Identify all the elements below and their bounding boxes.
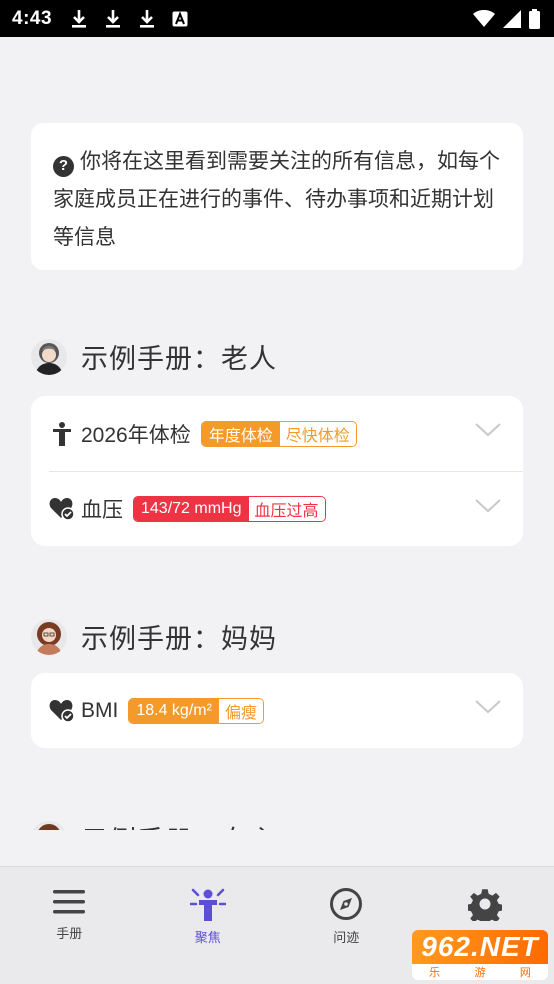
badge-sub: 偏瘦 bbox=[218, 698, 263, 723]
watermark-sub: 乐 游 网 bbox=[412, 964, 548, 980]
status-badge: 18.4 kg/m² 偏瘦 bbox=[128, 697, 264, 724]
download-icon bbox=[106, 9, 121, 28]
section-header-elder: 示例手册：老人 bbox=[31, 337, 277, 376]
section-title: 示例手册：女主 bbox=[81, 819, 277, 830]
status-notification-icons bbox=[70, 9, 188, 29]
item-label: 血压 bbox=[81, 499, 123, 522]
status-time: 4:43 bbox=[12, 7, 53, 29]
chevron-down-icon[interactable] bbox=[475, 422, 501, 438]
person-focus-icon bbox=[189, 888, 226, 921]
download-icon bbox=[72, 9, 87, 28]
badge-sub: 血压过高 bbox=[248, 497, 325, 521]
question-icon: ? bbox=[53, 155, 74, 177]
download-icon bbox=[140, 9, 155, 28]
watermark-char: 乐 bbox=[429, 967, 441, 979]
item-label: 2026年体检 bbox=[81, 423, 191, 447]
item-label: BMI bbox=[81, 698, 119, 722]
nav-item-explore[interactable]: 问迹 bbox=[277, 867, 416, 984]
watermark-logo: 962.NET 乐 游 网 bbox=[412, 930, 548, 980]
nav-item-handbook[interactable]: 手册 bbox=[0, 867, 139, 984]
watermark-brand: 962.NET bbox=[412, 930, 548, 964]
nav-item-focus[interactable]: 聚焦 bbox=[139, 867, 278, 984]
section-card-elder: 2026年体检 年度体检 尽快体检 血压 143/72 mmHg 血压过高 bbox=[31, 396, 523, 546]
gear-icon bbox=[467, 889, 502, 921]
avatar bbox=[31, 338, 67, 375]
badge-main: 18.4 kg/m² bbox=[129, 698, 219, 723]
heart-check-icon bbox=[49, 698, 75, 724]
compass-icon bbox=[330, 888, 363, 920]
watermark-char: 游 bbox=[474, 967, 486, 979]
badge-sub: 尽快体检 bbox=[279, 421, 356, 446]
nav-label: 问迹 bbox=[333, 930, 360, 945]
signal-icon bbox=[503, 9, 521, 28]
nav-label: 聚焦 bbox=[194, 930, 221, 945]
list-item-blood-pressure[interactable]: 血压 143/72 mmHg 血压过高 bbox=[49, 471, 523, 546]
bottom-nav: 手册 聚焦 问迹 设置 962.NET 乐 游 网 bbox=[0, 866, 554, 984]
status-badge: 143/72 mmHg 血压过高 bbox=[133, 496, 326, 522]
menu-icon bbox=[53, 890, 86, 914]
status-system-icons bbox=[473, 8, 540, 29]
info-text: 你将在这里看到需要关注的所有信息，如每个家庭成员正在进行的事件、待办事项和近期计… bbox=[53, 150, 500, 249]
watermark-char: 网 bbox=[519, 967, 531, 979]
section-title: 示例手册：妈妈 bbox=[81, 624, 277, 654]
battery-icon bbox=[529, 8, 540, 29]
badge-main: 年度体检 bbox=[201, 421, 280, 446]
list-item-checkup[interactable]: 2026年体检 年度体检 尽快体检 bbox=[31, 396, 523, 471]
person-icon bbox=[49, 421, 75, 447]
avatar bbox=[31, 618, 67, 655]
status-badge: 年度体检 尽快体检 bbox=[200, 420, 357, 447]
chevron-down-icon[interactable] bbox=[475, 498, 501, 514]
info-card: ? 你将在这里看到需要关注的所有信息，如每个家庭成员正在进行的事件、待办事项和近期… bbox=[31, 123, 523, 270]
focus-content[interactable]: ? 你将在这里看到需要关注的所有信息，如每个家庭成员正在进行的事件、待办事项和近期… bbox=[0, 37, 554, 830]
heart-check-icon bbox=[49, 496, 75, 522]
avatar bbox=[31, 820, 67, 830]
status-bar: 4:43 bbox=[0, 0, 554, 37]
section-title: 示例手册：老人 bbox=[81, 344, 277, 374]
section-header-mom: 示例手册：妈妈 bbox=[31, 617, 277, 656]
list-item-bmi[interactable]: BMI 18.4 kg/m² 偏瘦 bbox=[31, 673, 523, 748]
badge-main: 143/72 mmHg bbox=[134, 497, 249, 521]
chevron-down-icon[interactable] bbox=[475, 699, 501, 715]
section-header-third: 示例手册：女主 bbox=[31, 819, 277, 830]
wifi-icon bbox=[473, 9, 495, 27]
section-card-mom: BMI 18.4 kg/m² 偏瘦 bbox=[31, 673, 523, 748]
nav-label: 手册 bbox=[56, 926, 83, 941]
a-notification-icon bbox=[172, 10, 188, 26]
